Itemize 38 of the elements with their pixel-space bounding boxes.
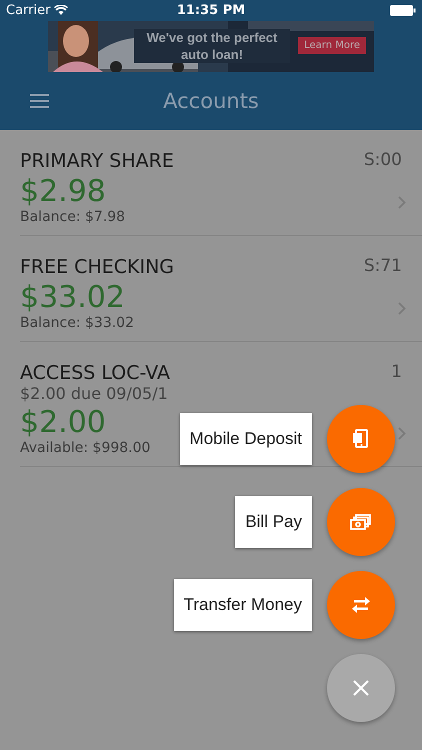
account-row[interactable]: PRIMARY SHARE S:00 $2.98 Balance: $7.98 bbox=[20, 130, 422, 236]
account-name: ACCESS LOC-VA bbox=[20, 362, 170, 384]
account-name: PRIMARY SHARE bbox=[20, 150, 174, 172]
account-id: S:00 bbox=[364, 150, 402, 172]
ad-banner[interactable]: We've got the perfect auto loan! Learn More bbox=[48, 21, 374, 72]
balance-text: Available: $998.00 bbox=[20, 440, 150, 456]
action-label-button[interactable]: Mobile Deposit bbox=[180, 413, 312, 465]
action-fab-button[interactable] bbox=[327, 405, 395, 473]
chevron-icon bbox=[398, 427, 406, 440]
balance-text: Balance: $7.98 bbox=[20, 209, 126, 225]
account-name: FREE CHECKING bbox=[20, 256, 174, 278]
balance-text: Balance: $33.02 bbox=[20, 315, 134, 331]
account-amount: $2.98 bbox=[20, 174, 106, 209]
menu-icon[interactable] bbox=[30, 94, 49, 108]
action-fab-button[interactable] bbox=[327, 488, 395, 556]
action-fab-button[interactable] bbox=[327, 571, 395, 639]
account-amount: $2.00 bbox=[20, 405, 106, 440]
phone-dollar-icon bbox=[351, 429, 371, 449]
wifi-icon bbox=[54, 5, 68, 15]
banknotes-icon bbox=[350, 514, 372, 530]
action-label-button[interactable]: Bill Pay bbox=[235, 496, 312, 548]
clock-label: 11:35 PM bbox=[176, 2, 246, 18]
carrier-label: Carrier bbox=[6, 2, 50, 18]
close-button[interactable] bbox=[327, 654, 395, 722]
action-label-button[interactable]: Transfer Money bbox=[174, 579, 312, 631]
learn-more-button[interactable]: Learn More bbox=[298, 37, 366, 54]
account-id: S:71 bbox=[364, 256, 402, 278]
account-amount: $33.02 bbox=[20, 280, 125, 315]
close-icon bbox=[353, 680, 369, 696]
chevron-icon bbox=[398, 196, 406, 209]
payment-due-text: $2.00 due 09/05/1 bbox=[20, 384, 168, 403]
account-id: 1 bbox=[391, 362, 402, 384]
account-row[interactable]: FREE CHECKING S:71 $33.02 Balance: $33.02 bbox=[20, 236, 422, 342]
swap-arrows-icon bbox=[351, 597, 371, 613]
ad-headline: We've got the perfect auto loan! bbox=[134, 29, 290, 63]
chevron-icon bbox=[398, 302, 406, 315]
battery-icon bbox=[390, 4, 416, 16]
screen-title: Accounts bbox=[163, 89, 259, 113]
